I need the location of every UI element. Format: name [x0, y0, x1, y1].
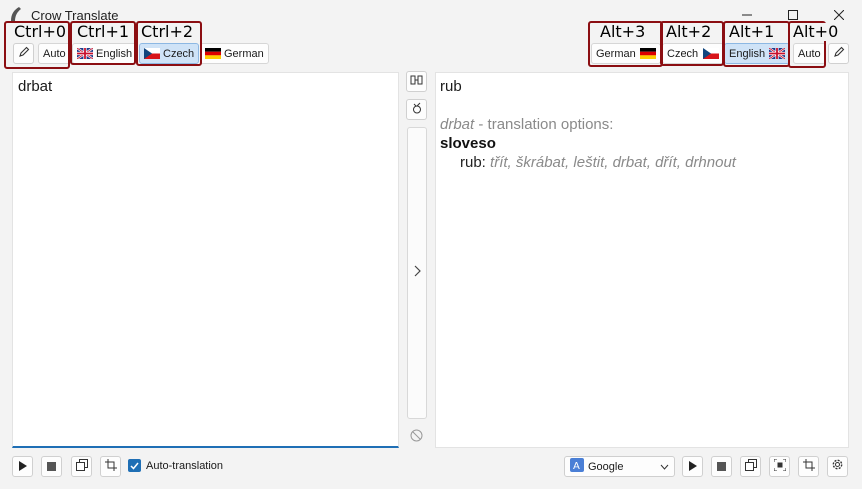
stop-icon	[47, 458, 56, 476]
crop-icon	[802, 458, 815, 476]
play-icon	[688, 458, 697, 476]
copy-source-button[interactable]	[71, 456, 92, 477]
hotkey-label: Alt+3	[599, 22, 647, 41]
copy-icon	[744, 458, 757, 476]
pencil-icon	[833, 45, 845, 63]
copy-translation-button[interactable]	[740, 456, 761, 477]
auto-translation-toggle[interactable]: Auto-translation	[128, 459, 223, 472]
cancel-icon	[410, 429, 423, 447]
translation-engine-select[interactable]: A Google	[564, 456, 675, 477]
translation-text: rub	[440, 78, 462, 95]
swap-languages-button[interactable]	[406, 71, 427, 92]
clear-button[interactable]	[406, 99, 427, 120]
stop-source-button[interactable]	[41, 456, 62, 477]
translation-options-heading: drbat - translation options:	[440, 116, 614, 133]
hotkey-label: Alt+2	[665, 22, 713, 41]
hotkey-label: Alt+0	[792, 22, 840, 41]
copy-icon	[75, 458, 88, 476]
copy-all-button[interactable]	[769, 456, 790, 477]
stop-icon	[717, 458, 726, 476]
hotkey-label: Ctrl+2	[140, 22, 195, 41]
google-translate-icon: A	[570, 458, 584, 475]
hotkey-label: Alt+1	[728, 22, 776, 41]
ocr-translation-button[interactable]	[798, 456, 819, 477]
chevron-down-icon	[660, 461, 669, 473]
hotkey-label: Ctrl+1	[76, 22, 131, 41]
stop-translation-button[interactable]	[711, 456, 732, 477]
broom-icon	[411, 101, 423, 119]
source-text: drbat	[18, 78, 53, 95]
translation-entry: rub: třít, škrábat, leštit, drbat, dřít,…	[460, 154, 736, 171]
expand-panel-handle[interactable]	[407, 127, 427, 419]
abort-button[interactable]	[406, 427, 427, 448]
svg-text:A: A	[573, 461, 580, 472]
source-text-area[interactable]: drbat	[12, 72, 399, 448]
crop-icon	[104, 458, 117, 476]
translation-result-area[interactable]: rub drbat - translation options: sloveso…	[435, 72, 849, 448]
swap-icon	[410, 73, 423, 91]
gear-icon	[831, 458, 844, 476]
edit-translation-languages-button[interactable]	[828, 43, 849, 64]
ocr-source-button[interactable]	[100, 456, 121, 477]
play-source-button[interactable]	[12, 456, 33, 477]
play-translation-button[interactable]	[682, 456, 703, 477]
hotkey-label: Ctrl+0	[13, 22, 68, 41]
select-all-icon	[773, 458, 786, 476]
part-of-speech: sloveso	[440, 135, 496, 152]
chevron-right-icon	[414, 264, 421, 282]
checkbox-checked-icon[interactable]	[128, 459, 141, 472]
source-lang-german[interactable]: German	[200, 43, 269, 64]
play-icon	[18, 458, 27, 476]
settings-button[interactable]	[827, 456, 848, 477]
german-flag-icon	[205, 48, 221, 59]
crow-app-icon	[9, 6, 23, 22]
